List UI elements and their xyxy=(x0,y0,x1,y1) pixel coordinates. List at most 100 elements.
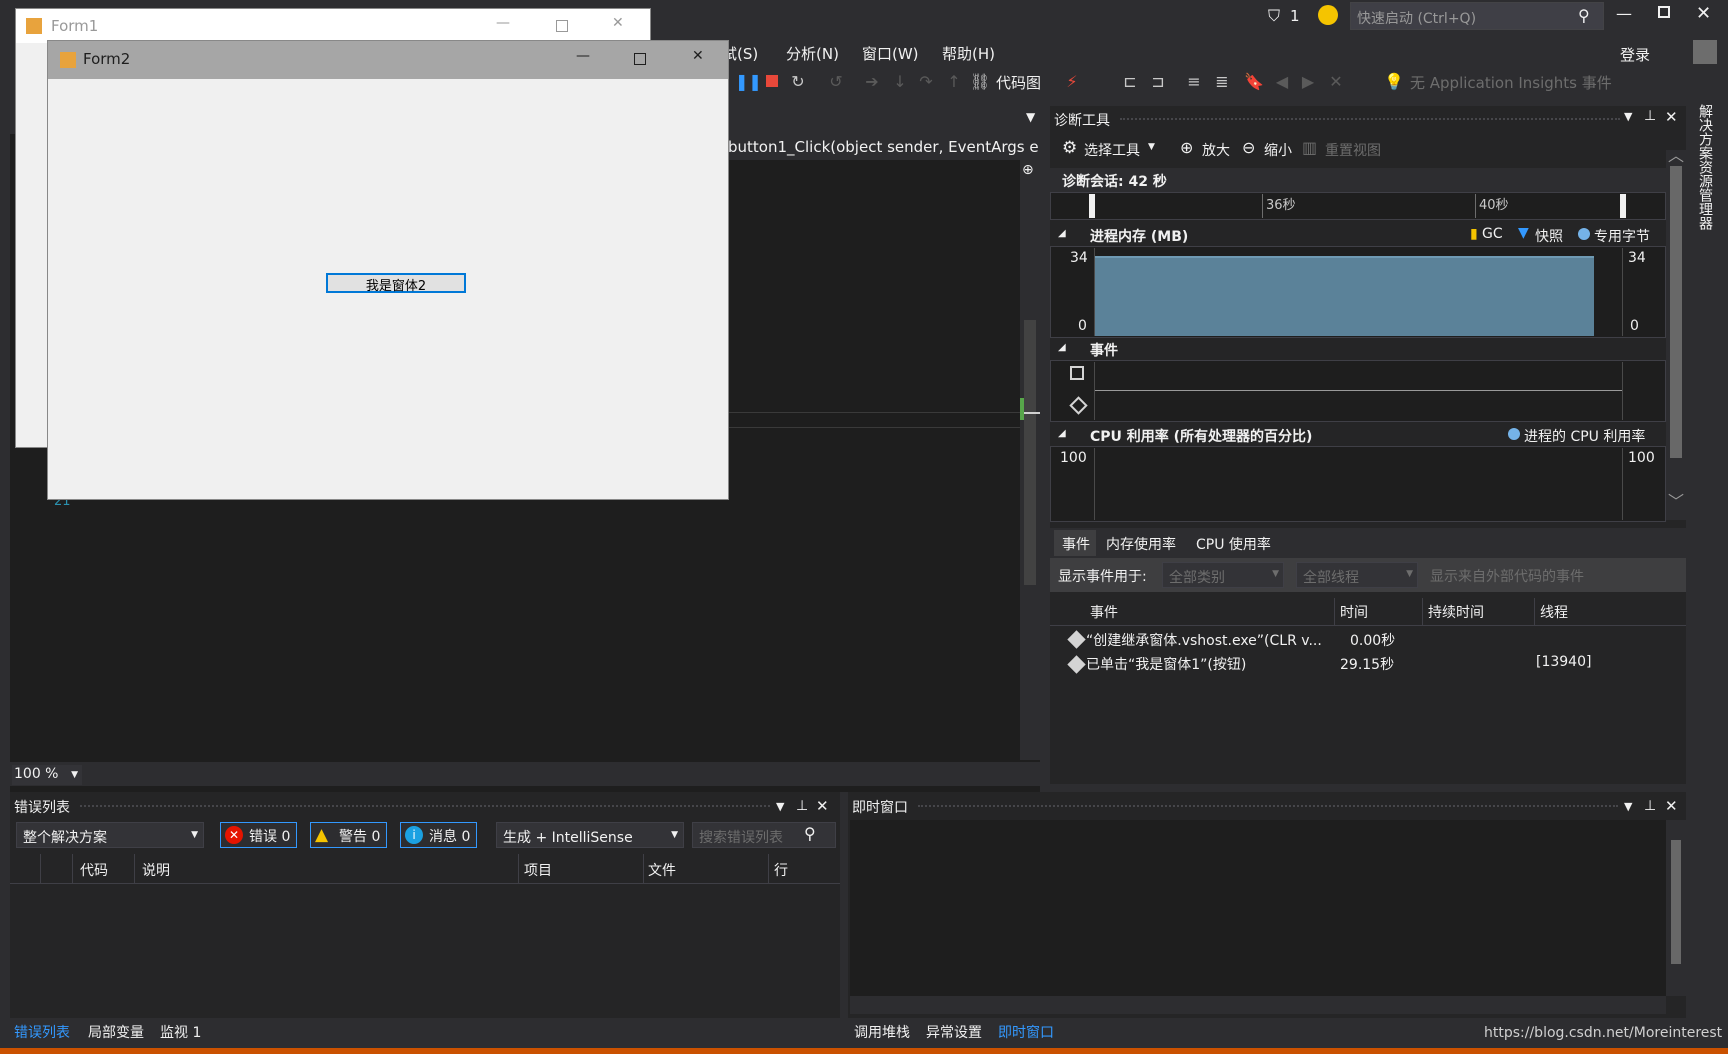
form2-maximize-icon[interactable] xyxy=(634,53,646,65)
table-row[interactable]: “创建继承窗体.vshost.exe”(CLR v... 0.00秒 xyxy=(1050,626,1666,652)
member-navigation-combo[interactable]: button1_Click(object sender, EventArgs e xyxy=(720,134,1040,160)
tab-exception-settings[interactable]: 异常设置 xyxy=(926,1022,982,1042)
menu-window[interactable]: 窗口(W) xyxy=(862,43,919,64)
minimize-vs-icon[interactable]: — xyxy=(1616,4,1632,23)
outdent-icon[interactable]: ≣ xyxy=(1212,72,1232,92)
error-list-dropdown-icon[interactable]: ▼ xyxy=(776,800,784,813)
comment-icon[interactable]: ⊏ xyxy=(1120,72,1140,92)
app-insights-label[interactable]: 无 Application Insights 事件 xyxy=(1410,72,1612,93)
quick-launch-search-icon[interactable]: ⚲ xyxy=(1578,6,1590,25)
stop-icon[interactable] xyxy=(762,72,782,92)
solution-explorer-tab[interactable]: 解决方案资源管理器 xyxy=(1695,104,1715,230)
col-time[interactable]: 时间 xyxy=(1340,602,1368,622)
diag-close-icon[interactable]: ✕ xyxy=(1665,108,1678,126)
breakpoints-icon[interactable]: ⚡ xyxy=(1062,72,1082,92)
form2-window[interactable]: Form2 — ✕ 我是窗体2 xyxy=(47,40,729,500)
warnings-filter-button[interactable]: ▲ 警告 0 xyxy=(310,822,388,848)
timeline-ruler[interactable] xyxy=(1050,192,1666,220)
notifications-icon[interactable]: ⛉ xyxy=(1268,6,1280,26)
errors-filter-button[interactable]: ✕ 错误 0 xyxy=(220,822,298,848)
tab-immediate-window[interactable]: 即时窗口 xyxy=(998,1022,1054,1042)
form2-close-icon[interactable]: ✕ xyxy=(692,48,704,64)
error-col-file[interactable]: 文件 xyxy=(648,860,676,880)
zoom-combo[interactable]: 100 % ▼ xyxy=(12,765,82,785)
form1-titlebar[interactable]: Form1 — ✕ xyxy=(16,9,650,43)
diag-dropdown-icon[interactable]: ▼ xyxy=(1624,110,1632,123)
form1-close-icon[interactable]: ✕ xyxy=(612,15,624,31)
cpu-chart[interactable] xyxy=(1050,446,1666,522)
diag-tab-cpu[interactable]: CPU 使用率 xyxy=(1196,534,1271,554)
col-duration[interactable]: 持续时间 xyxy=(1428,602,1484,622)
diag-tab-memory[interactable]: 内存使用率 xyxy=(1106,534,1176,554)
account-icon[interactable] xyxy=(1693,40,1717,64)
menu-analyze[interactable]: 分析(N) xyxy=(786,43,839,64)
diag-pin-icon[interactable]: ⊥ xyxy=(1644,108,1656,124)
diag-tab-events[interactable]: 事件 xyxy=(1054,530,1096,556)
zoom-in-icon[interactable]: ⊕ xyxy=(1180,138,1193,157)
editor-horizontal-scrollbar[interactable] xyxy=(90,767,1010,781)
form1-maximize-icon[interactable] xyxy=(556,20,568,32)
immediate-close-icon[interactable]: ✕ xyxy=(1665,797,1678,815)
col-thread[interactable]: 线程 xyxy=(1540,602,1568,622)
immediate-dropdown-icon[interactable]: ▼ xyxy=(1624,800,1632,813)
select-tool-button[interactable]: 选择工具 xyxy=(1084,140,1140,160)
zoom-out-button[interactable]: 缩小 xyxy=(1264,140,1292,160)
timeline-end-handle[interactable] xyxy=(1620,194,1626,218)
private-bytes-legend-label: 专用字节 xyxy=(1594,229,1650,245)
code-map-icon[interactable]: ⛓ xyxy=(970,72,990,92)
immediate-horizontal-scrollbar[interactable] xyxy=(850,996,1666,1014)
error-col-description[interactable]: 说明 xyxy=(142,860,170,880)
uncomment-icon[interactable]: ⊐ xyxy=(1148,72,1168,92)
form1-minimize-icon[interactable]: — xyxy=(496,15,510,31)
table-row[interactable]: 已单击“我是窗体1”(按钮) 29.15秒 [13940] xyxy=(1050,652,1666,678)
immediate-scroll-thumb[interactable] xyxy=(1671,840,1681,964)
tab-call-stack[interactable]: 调用堆栈 xyxy=(854,1022,910,1042)
tab-locals[interactable]: 局部变量 xyxy=(88,1022,144,1042)
tab-watch-1[interactable]: 监视 1 xyxy=(160,1022,201,1042)
diag-scroll-thumb[interactable] xyxy=(1670,166,1682,458)
snapshot-legend-icon: ▼ xyxy=(1518,225,1529,241)
col-event[interactable]: 事件 xyxy=(1090,602,1118,622)
zoom-out-icon[interactable]: ⊖ xyxy=(1242,138,1255,157)
memory-collapse-icon[interactable]: ◢ xyxy=(1058,228,1066,239)
error-search-icon[interactable]: ⚲ xyxy=(804,824,816,843)
events-collapse-icon[interactable]: ◢ xyxy=(1058,342,1066,353)
maximize-vs-icon[interactable] xyxy=(1658,6,1670,18)
events-chart[interactable] xyxy=(1050,360,1666,422)
bookmark-icon[interactable]: 🔖 xyxy=(1244,72,1264,92)
build-filter-combo[interactable]: 生成 + IntelliSense ▼ xyxy=(496,822,684,848)
menu-help[interactable]: 帮助(H) xyxy=(942,43,995,64)
restart-icon[interactable]: ↻ xyxy=(788,72,808,92)
feedback-smiley-icon[interactable] xyxy=(1318,5,1338,25)
timeline-start-handle[interactable] xyxy=(1089,194,1095,218)
error-col-code[interactable]: 代码 xyxy=(80,860,108,880)
diag-scroll-down-icon[interactable]: ﹀ xyxy=(1668,488,1684,512)
form2-titlebar[interactable]: Form2 — ✕ xyxy=(48,41,728,79)
zoom-in-button[interactable]: 放大 xyxy=(1202,140,1230,160)
immediate-pin-icon[interactable]: ⊥ xyxy=(1644,798,1656,814)
error-list-pin-icon[interactable]: ⊥ xyxy=(796,798,808,814)
tab-error-list[interactable]: 错误列表 xyxy=(14,1022,70,1042)
error-col-line[interactable]: 行 xyxy=(774,860,788,880)
form2-button[interactable]: 我是窗体2 xyxy=(326,273,466,294)
diag-scroll-up-icon[interactable]: ︿ xyxy=(1668,142,1684,166)
quick-launch-input[interactable]: 快速启动 (Ctrl+Q) xyxy=(1350,2,1604,30)
messages-filter-button[interactable]: i 消息 0 xyxy=(400,822,478,848)
close-vs-icon[interactable]: ✕ xyxy=(1696,3,1711,24)
tab-dropdown-icon[interactable]: ▼ xyxy=(1026,110,1035,124)
split-icon[interactable]: ⊕ xyxy=(1022,162,1034,178)
form2-minimize-icon[interactable]: — xyxy=(576,48,590,64)
code-map-label[interactable]: 代码图 xyxy=(996,72,1041,93)
immediate-input-area[interactable] xyxy=(850,820,1666,996)
login-link[interactable]: 登录 xyxy=(1620,44,1650,65)
error-list-close-icon[interactable]: ✕ xyxy=(816,797,829,815)
select-tool-dropdown-icon[interactable]: ▼ xyxy=(1148,142,1155,152)
editor-scroll-thumb[interactable] xyxy=(1024,320,1036,585)
select-tool-gear-icon[interactable]: ⚙ xyxy=(1062,138,1077,158)
indent-icon[interactable]: ≡ xyxy=(1184,72,1204,92)
scope-combo[interactable]: 整个解决方案 ▼ xyxy=(16,822,204,848)
cpu-collapse-icon[interactable]: ◢ xyxy=(1058,428,1066,439)
error-col-project[interactable]: 项目 xyxy=(524,860,552,880)
tick-36-label: 36秒 xyxy=(1266,198,1296,213)
pause-icon[interactable]: ❚❚ xyxy=(735,72,762,92)
